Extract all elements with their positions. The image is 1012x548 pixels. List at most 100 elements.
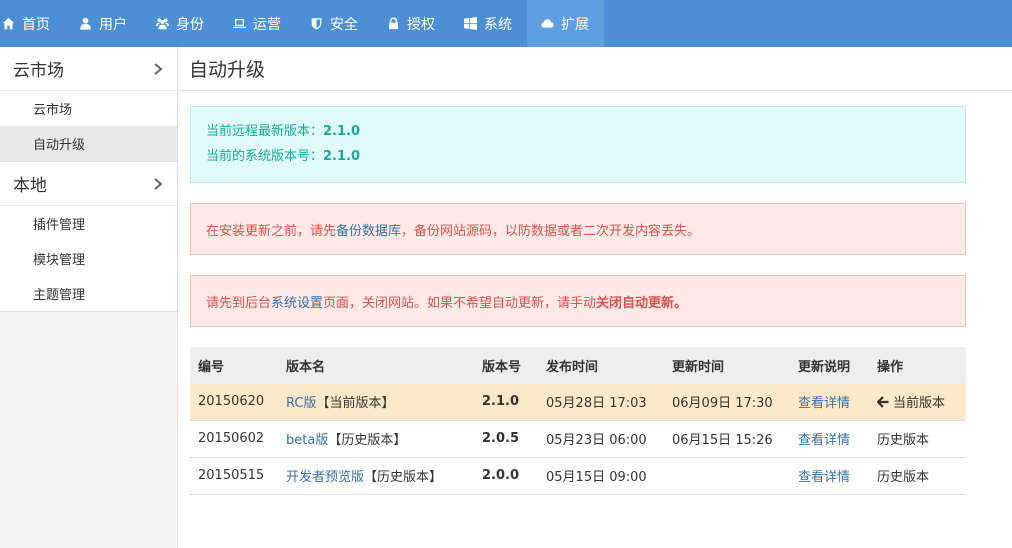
remote-version-label: 当前远程最新版本： bbox=[206, 124, 324, 139]
cell-released: 05月23日 06:00 bbox=[538, 420, 664, 458]
top-nav: 首页 用户 身份 运营 安全 授权 系统 扩展 bbox=[0, 0, 1012, 47]
remote-version-line: 当前远程最新版本：2.1.0 bbox=[206, 123, 950, 148]
cell-released: 05月28日 17:03 bbox=[538, 383, 664, 421]
cell-id: 20150602 bbox=[190, 420, 278, 458]
sidebar-item-plugin-manage[interactable]: 插件管理 bbox=[0, 206, 177, 241]
nav-system[interactable]: 系统 bbox=[450, 0, 527, 47]
view-details-link[interactable]: 查看详情 bbox=[798, 470, 850, 485]
version-name-link[interactable]: RC版 bbox=[286, 396, 316, 411]
col-header-notes: 更新说明 bbox=[790, 347, 869, 383]
warning-text: 页面，关闭网站。如果不希望自动更新，请手动 bbox=[323, 295, 597, 311]
version-tag: 【历史版本】 bbox=[364, 470, 443, 485]
page-title: 自动升级 bbox=[179, 47, 1012, 91]
cell-name: RC版【当前版本】 bbox=[278, 383, 474, 421]
sidebar-item-theme-manage[interactable]: 主题管理 bbox=[0, 276, 177, 311]
version-tag: 【当前版本】 bbox=[316, 395, 395, 411]
nav-label: 扩展 bbox=[561, 16, 589, 33]
nav-label: 用户 bbox=[99, 16, 127, 33]
local-version-line: 当前的系统版本号：2.1.0 bbox=[206, 148, 950, 173]
users-icon bbox=[156, 18, 169, 30]
table-row: 20150515 开发者预览版【历史版本】 2.0.0 05月15日 09:00… bbox=[190, 457, 966, 495]
version-name-link[interactable]: beta版 bbox=[286, 433, 328, 448]
local-version-label: 当前的系统版本号： bbox=[206, 149, 324, 164]
home-icon bbox=[2, 17, 15, 30]
cell-id: 20150620 bbox=[190, 383, 278, 421]
version-name-link[interactable]: 开发者预览版 bbox=[286, 470, 364, 485]
versions-table: 编号 版本名 版本号 发布时间 更新时间 更新说明 操作 20150620 RC… bbox=[190, 347, 966, 495]
cell-name: 开发者预览版【历史版本】 bbox=[278, 457, 474, 495]
nav-security[interactable]: 安全 bbox=[296, 0, 373, 47]
cell-version: 2.1.0 bbox=[474, 383, 538, 421]
warning-text: ，备份网站源码，以防数据或者二次开发内容丢失。 bbox=[401, 223, 701, 239]
main-content: 自动升级 当前远程最新版本：2.1.0 当前的系统版本号：2.1.0 在安装更新… bbox=[179, 47, 1012, 548]
table-header-row: 编号 版本名 版本号 发布时间 更新时间 更新说明 操作 bbox=[190, 347, 966, 383]
laptop-icon bbox=[233, 19, 246, 28]
sidebar-item-module-manage[interactable]: 模块管理 bbox=[0, 241, 177, 276]
cell-updated: 06月09日 17:30 bbox=[664, 383, 790, 421]
nav-label: 系统 bbox=[484, 16, 512, 33]
chevron-right-icon bbox=[154, 177, 163, 190]
nav-label: 首页 bbox=[22, 16, 50, 33]
cell-action: 历史版本 bbox=[869, 420, 966, 458]
action-label: 当前版本 bbox=[893, 395, 946, 411]
backup-warning-alert: 在安装更新之前，请先 备份数据库 ，备份网站源码，以防数据或者二次开发内容丢失。 bbox=[190, 203, 966, 255]
nav-authorization[interactable]: 授权 bbox=[373, 0, 450, 47]
sidebar-group-title: 本地 bbox=[13, 176, 47, 196]
version-info-alert: 当前远程最新版本：2.1.0 当前的系统版本号：2.1.0 bbox=[190, 106, 966, 183]
sidebar-group-cloud-market: 云市场 云市场 自动升级 bbox=[0, 47, 177, 162]
nav-users[interactable]: 用户 bbox=[65, 0, 142, 47]
cell-action: 当前版本 bbox=[869, 383, 966, 421]
arrow-left-icon bbox=[877, 395, 889, 408]
system-settings-link[interactable]: 系统设置 bbox=[271, 292, 323, 311]
col-header-version: 版本号 bbox=[474, 347, 538, 383]
windows-icon bbox=[464, 17, 477, 30]
sidebar-group-local: 本地 插件管理 模块管理 主题管理 bbox=[0, 162, 177, 312]
user-icon bbox=[80, 17, 91, 30]
sidebar-group-header[interactable]: 本地 bbox=[0, 162, 177, 206]
cell-version: 2.0.5 bbox=[474, 420, 538, 458]
cell-updated: 06月15日 15:26 bbox=[664, 420, 790, 458]
lock-icon bbox=[389, 17, 398, 30]
cell-notes: 查看详情 bbox=[790, 383, 869, 421]
disable-auto-update-text: 关闭自动更新。 bbox=[596, 295, 688, 311]
cell-version: 2.0.0 bbox=[474, 457, 538, 495]
backup-database-link[interactable]: 备份数据库 bbox=[336, 220, 401, 239]
nav-extensions[interactable]: 扩展 bbox=[527, 0, 604, 47]
view-details-link[interactable]: 查看详情 bbox=[798, 433, 850, 448]
col-header-action: 操作 bbox=[869, 347, 966, 383]
table-row: 20150602 beta版【历史版本】 2.0.5 05月23日 06:00 … bbox=[190, 420, 966, 458]
cloud-icon bbox=[541, 19, 554, 28]
local-version-value: 2.1.0 bbox=[323, 149, 361, 164]
cell-action: 历史版本 bbox=[869, 457, 966, 495]
cell-notes: 查看详情 bbox=[790, 457, 869, 495]
col-header-released: 发布时间 bbox=[538, 347, 664, 383]
cell-notes: 查看详情 bbox=[790, 420, 869, 458]
nav-label: 身份 bbox=[176, 16, 204, 33]
nav-label: 授权 bbox=[407, 16, 435, 33]
shield-icon bbox=[311, 18, 322, 30]
warning-text: 请先到后台 bbox=[206, 295, 272, 311]
col-header-id: 编号 bbox=[190, 347, 278, 383]
sidebar-group-title: 云市场 bbox=[13, 61, 64, 81]
close-site-warning-alert: 请先到后台 系统设置 页面，关闭网站。如果不希望自动更新，请手动 关闭自动更新。 bbox=[190, 275, 966, 327]
warning-text: 在安装更新之前，请先 bbox=[206, 223, 337, 239]
cell-updated bbox=[664, 457, 790, 495]
sidebar: 云市场 云市场 自动升级 本地 插件管理 模块管理 主题管理 bbox=[0, 47, 178, 548]
cell-released: 05月15日 09:00 bbox=[538, 457, 664, 495]
sidebar-item-auto-upgrade[interactable]: 自动升级 bbox=[0, 126, 177, 161]
nav-identity[interactable]: 身份 bbox=[142, 0, 219, 47]
sidebar-item-cloud-market[interactable]: 云市场 bbox=[0, 91, 177, 126]
version-tag: 【历史版本】 bbox=[328, 433, 407, 448]
table-row: 20150620 RC版【当前版本】 2.1.0 05月28日 17:03 06… bbox=[190, 383, 966, 421]
cell-id: 20150515 bbox=[190, 457, 278, 495]
nav-operations[interactable]: 运营 bbox=[219, 0, 296, 47]
col-header-name: 版本名 bbox=[278, 347, 474, 383]
view-details-link[interactable]: 查看详情 bbox=[798, 396, 850, 411]
remote-version-value: 2.1.0 bbox=[323, 124, 361, 139]
sidebar-group-header[interactable]: 云市场 bbox=[0, 47, 177, 91]
nav-label: 安全 bbox=[330, 16, 358, 33]
cell-name: beta版【历史版本】 bbox=[278, 420, 474, 458]
nav-label: 运营 bbox=[253, 16, 281, 33]
col-header-updated: 更新时间 bbox=[664, 347, 790, 383]
nav-home[interactable]: 首页 bbox=[0, 0, 65, 47]
